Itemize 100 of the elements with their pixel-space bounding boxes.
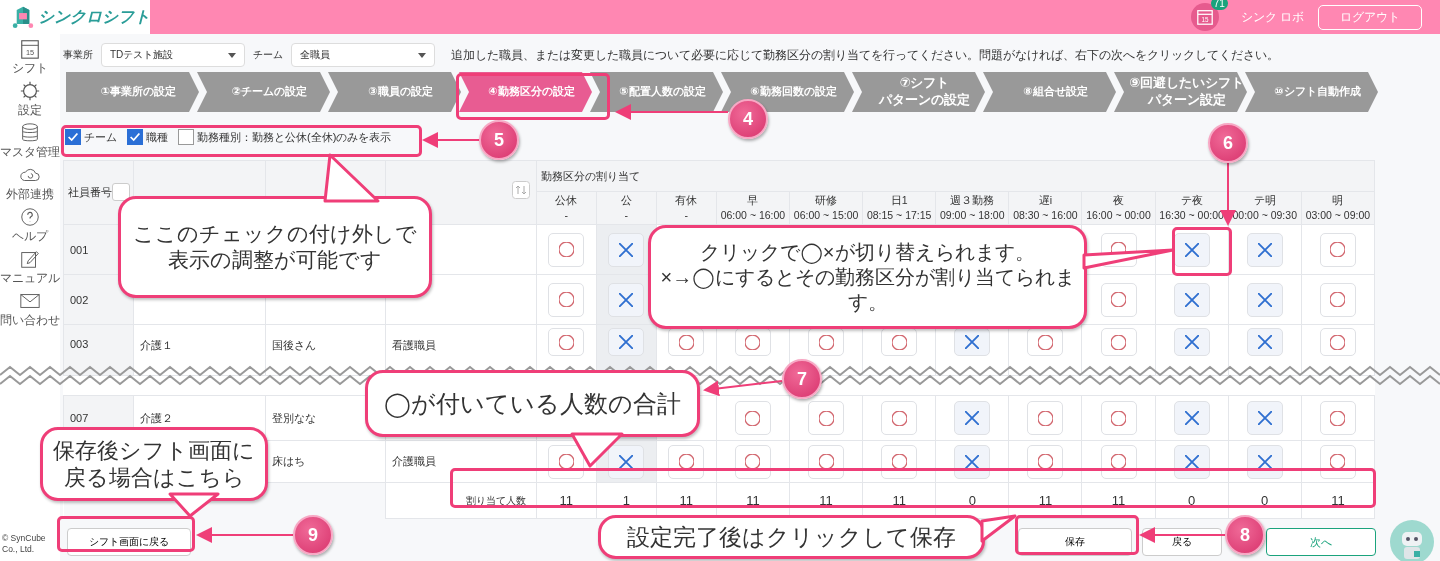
step-number-marker: 8	[1225, 515, 1265, 555]
circle-toggle[interactable]	[1100, 401, 1137, 435]
sidebar-label: マニュアル	[0, 270, 60, 287]
logout-button[interactable]: ログアウト	[1318, 4, 1422, 30]
callout-tail	[570, 432, 624, 468]
circle-toggle[interactable]	[734, 328, 771, 356]
cross-icon	[1184, 292, 1199, 307]
next-button[interactable]: 次へ	[1266, 528, 1376, 556]
circle-toggle[interactable]	[734, 401, 771, 435]
cross-icon	[1184, 411, 1199, 425]
cross-toggle[interactable]	[1246, 232, 1283, 267]
cross-icon	[1184, 242, 1199, 257]
circle-toggle[interactable]	[548, 328, 585, 356]
table-header-cell: 有休 -	[656, 191, 717, 225]
step-tab[interactable]: ②チームの設定	[197, 72, 330, 112]
sidebar-label: ヘルプ	[12, 228, 48, 245]
notification-badge: 71	[1210, 0, 1228, 10]
cross-toggle[interactable]	[1246, 282, 1283, 317]
cross-toggle[interactable]	[954, 328, 991, 356]
table-cell: 介護職員	[385, 440, 537, 483]
step-tab[interactable]: ⑨回避したいシフト パターン設定	[1114, 72, 1247, 112]
cross-icon	[619, 335, 634, 349]
circle-toggle[interactable]	[1100, 328, 1137, 356]
circle-toggle[interactable]	[548, 282, 585, 317]
circle-toggle[interactable]	[808, 401, 845, 435]
circle-toggle[interactable]	[881, 401, 918, 435]
logo-text: シンクロシフト	[38, 6, 150, 27]
sidebar-label: 設定	[18, 102, 42, 119]
callout: クリックで◯×が切り替えられます。 ×→◯にするとその勤務区分が割り当てられます。	[648, 225, 1087, 329]
circle-toggle[interactable]	[1319, 282, 1356, 317]
table-header-cell: 週３勤務 09:00 ~ 18:00	[935, 191, 1009, 225]
step-tab[interactable]: ③職員の設定	[328, 72, 461, 112]
filter-select[interactable]: TDテスト施設	[101, 43, 245, 67]
cross-icon	[965, 335, 980, 349]
cross-toggle[interactable]	[608, 282, 645, 317]
checkbox[interactable]	[127, 129, 143, 145]
checkbox[interactable]	[65, 129, 81, 145]
checkbox[interactable]	[178, 129, 194, 145]
caret-icon	[418, 52, 426, 58]
circle-toggle[interactable]	[1100, 282, 1137, 317]
copyright-text: © SynCube Co., Ltd.	[2, 532, 47, 555]
sidebar-item[interactable]: 15 シフト	[12, 38, 48, 80]
sort-icon[interactable]	[511, 181, 530, 199]
circle-toggle[interactable]	[1027, 401, 1064, 435]
sidebar-item[interactable]: 設定	[18, 80, 42, 122]
step-tab[interactable]: ⑥勤務回数の設定	[721, 72, 854, 112]
cross-toggle[interactable]	[1173, 282, 1210, 317]
cross-icon	[1184, 335, 1199, 349]
total-cell: 0	[1155, 482, 1229, 519]
user-name: シンク ロボ	[1240, 8, 1304, 26]
arrow	[422, 132, 480, 148]
robot-avatar-icon[interactable]	[1390, 520, 1434, 561]
cross-toggle[interactable]	[1246, 328, 1283, 356]
pencil-note-icon	[19, 248, 41, 270]
sidebar-label: マスタ管理	[0, 144, 60, 161]
sidebar-item[interactable]: マニュアル	[0, 248, 60, 290]
cross-icon	[1257, 335, 1272, 349]
cross-toggle[interactable]	[1173, 328, 1210, 356]
circle-toggle[interactable]	[668, 328, 705, 356]
step-tab[interactable]: ①事業所の設定	[66, 72, 199, 112]
circle-toggle[interactable]	[1319, 232, 1356, 267]
table-header-cell: 明 03:00 ~ 09:00	[1301, 191, 1375, 225]
cross-icon	[965, 454, 980, 469]
back-to-shift-button[interactable]: シフト画面に戻る	[67, 528, 191, 556]
step-tab[interactable]: ⑧組合せ設定	[983, 72, 1116, 112]
cross-icon	[965, 411, 980, 425]
cross-icon	[1184, 454, 1199, 469]
step-tab[interactable]: ⑦シフト パターンの設定	[852, 72, 985, 112]
cross-toggle[interactable]	[608, 232, 645, 267]
table-cell: 介護１	[133, 324, 266, 376]
step-tab[interactable]: ⑤配置人数の設定	[590, 72, 723, 112]
sidebar-item[interactable]: 外部連携	[6, 164, 54, 206]
help-icon	[19, 206, 41, 228]
circle-toggle[interactable]	[1319, 328, 1356, 356]
cross-toggle[interactable]	[1173, 401, 1210, 435]
sidebar-item[interactable]: マスタ管理	[0, 122, 60, 164]
cross-toggle[interactable]	[954, 401, 991, 435]
step-tab[interactable]: ④勤務区分の設定	[459, 72, 592, 112]
sort-icon[interactable]	[112, 183, 131, 201]
circle-toggle[interactable]	[1319, 401, 1356, 435]
cross-toggle[interactable]	[608, 328, 645, 356]
table-header-cell: 夜 16:00 ~ 00:00	[1081, 191, 1156, 225]
circle-toggle[interactable]	[808, 328, 845, 356]
cross-icon	[619, 242, 634, 257]
sidebar-item[interactable]: ヘルプ	[12, 206, 48, 248]
cross-toggle[interactable]	[1246, 401, 1283, 435]
table-header-cell: テ明 00:00 ~ 09:30	[1228, 191, 1302, 225]
sidebar-item[interactable]: 問い合わせ	[0, 290, 60, 332]
circle-toggle[interactable]	[1027, 328, 1064, 356]
step-tab[interactable]: ⑩シフト自動作成	[1245, 72, 1378, 112]
filter-select[interactable]: 全職員	[291, 43, 435, 67]
table-header-cell: 公 -	[596, 191, 657, 225]
table-cell: 003	[63, 324, 134, 376]
step-number-marker: 5	[479, 120, 519, 160]
check-icon	[66, 130, 80, 144]
cross-toggle[interactable]	[1173, 232, 1210, 267]
circle-toggle[interactable]	[548, 232, 585, 267]
circle-toggle[interactable]	[881, 328, 918, 356]
cross-icon	[619, 292, 634, 307]
step-number-marker: 9	[293, 515, 333, 555]
